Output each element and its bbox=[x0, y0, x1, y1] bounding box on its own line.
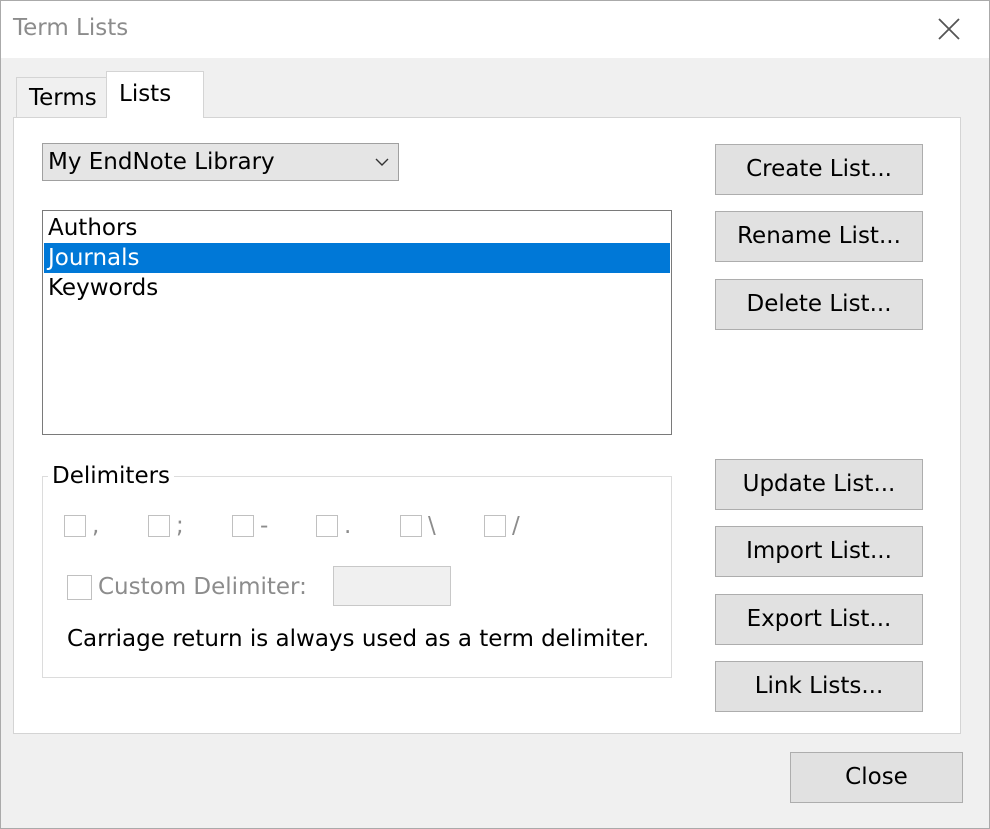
delimiter-semicolon-checkbox[interactable] bbox=[148, 515, 170, 537]
tab-lists[interactable]: Lists bbox=[106, 71, 204, 118]
tab-terms[interactable]: Terms bbox=[16, 77, 107, 117]
title-bar: Term Lists bbox=[0, 0, 990, 58]
rename-list-button[interactable]: Rename List... bbox=[715, 211, 923, 262]
delimiter-backslash-checkbox[interactable] bbox=[400, 515, 422, 537]
delimiter-note: Carriage return is always used as a term… bbox=[67, 626, 650, 652]
window-title: Term Lists bbox=[13, 15, 129, 41]
delimiter-dash[interactable]: - bbox=[232, 513, 268, 539]
delimiter-semicolon[interactable]: ; bbox=[148, 513, 184, 539]
delimiters-group-label: Delimiters bbox=[48, 462, 175, 490]
delimiter-comma[interactable]: , bbox=[64, 513, 99, 539]
list-item-keywords[interactable]: Keywords bbox=[44, 273, 670, 303]
custom-delimiter-input[interactable] bbox=[333, 566, 451, 606]
delimiter-slash-checkbox[interactable] bbox=[484, 515, 506, 537]
delimiter-comma-checkbox[interactable] bbox=[64, 515, 86, 537]
delimiter-comma-label: , bbox=[92, 513, 100, 539]
delimiter-slash-label: / bbox=[512, 513, 520, 539]
delimiter-backslash-label: \ bbox=[428, 513, 436, 539]
custom-delimiter-label: Custom Delimiter: bbox=[98, 574, 307, 600]
import-list-button[interactable]: Import List... bbox=[715, 526, 923, 577]
delimiter-period[interactable]: . bbox=[316, 513, 351, 539]
list-item-journals[interactable]: Journals bbox=[44, 243, 670, 273]
delimiter-period-checkbox[interactable] bbox=[316, 515, 338, 537]
close-icon[interactable] bbox=[931, 11, 967, 47]
create-list-button[interactable]: Create List... bbox=[715, 144, 923, 195]
link-lists-button[interactable]: Link Lists... bbox=[715, 661, 923, 712]
custom-delimiter-checkbox[interactable] bbox=[67, 574, 92, 600]
library-select[interactable]: My EndNote Library bbox=[42, 143, 399, 181]
term-lists-listbox[interactable]: Authors Journals Keywords bbox=[42, 210, 672, 435]
delimiter-dash-label: - bbox=[260, 513, 269, 539]
update-list-button[interactable]: Update List... bbox=[715, 459, 923, 510]
custom-delimiter-option[interactable]: Custom Delimiter: bbox=[67, 574, 307, 604]
close-button[interactable]: Close bbox=[790, 752, 963, 803]
delete-list-button[interactable]: Delete List... bbox=[715, 279, 923, 330]
delimiter-slash[interactable]: / bbox=[484, 513, 520, 539]
library-select-value: My EndNote Library bbox=[48, 149, 275, 175]
chevron-down-icon bbox=[374, 144, 390, 180]
export-list-button[interactable]: Export List... bbox=[715, 594, 923, 645]
delimiter-backslash[interactable]: \ bbox=[400, 513, 436, 539]
list-item-authors[interactable]: Authors bbox=[44, 213, 670, 243]
delimiter-period-label: . bbox=[344, 513, 352, 539]
delimiter-semicolon-label: ; bbox=[176, 513, 184, 539]
delimiter-dash-checkbox[interactable] bbox=[232, 515, 254, 537]
